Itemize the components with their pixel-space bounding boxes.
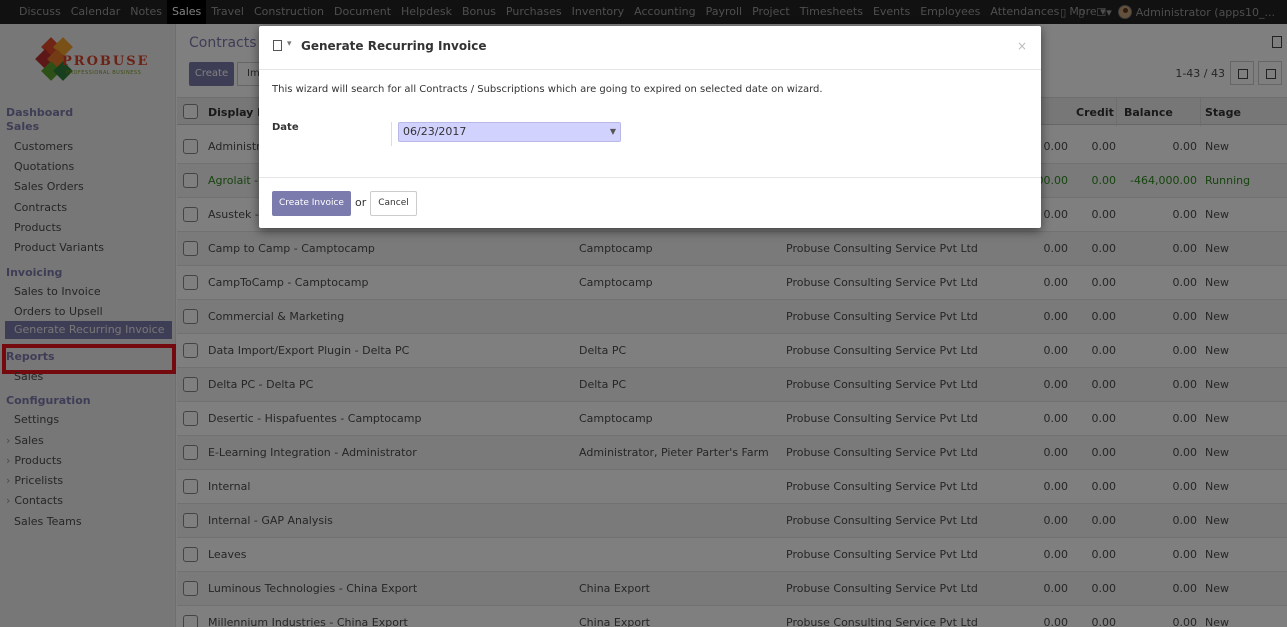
field-separator [391,122,392,146]
modal-footer: Create Invoice or Cancel [259,177,1041,228]
or-text: or [355,196,367,209]
wizard-description: This wizard will search for all Contract… [272,84,823,95]
generate-recurring-invoice-dialog: ▾ Generate Recurring Invoice × This wiza… [259,26,1041,228]
dropdown-caret-icon[interactable]: ▼ [610,123,616,141]
mobile-icon [273,40,282,51]
modal-title: Generate Recurring Invoice [301,39,487,53]
caret-down-icon[interactable]: ▾ [287,39,292,49]
date-value: 06/23/2017 [403,125,467,138]
modal-header: ▾ Generate Recurring Invoice × [259,26,1041,70]
date-field[interactable]: 06/23/2017 ▼ [398,122,621,142]
close-icon[interactable]: × [1017,39,1027,53]
create-invoice-button[interactable]: Create Invoice [272,191,351,216]
date-label: Date [272,122,299,133]
cancel-button[interactable]: Cancel [370,191,417,216]
